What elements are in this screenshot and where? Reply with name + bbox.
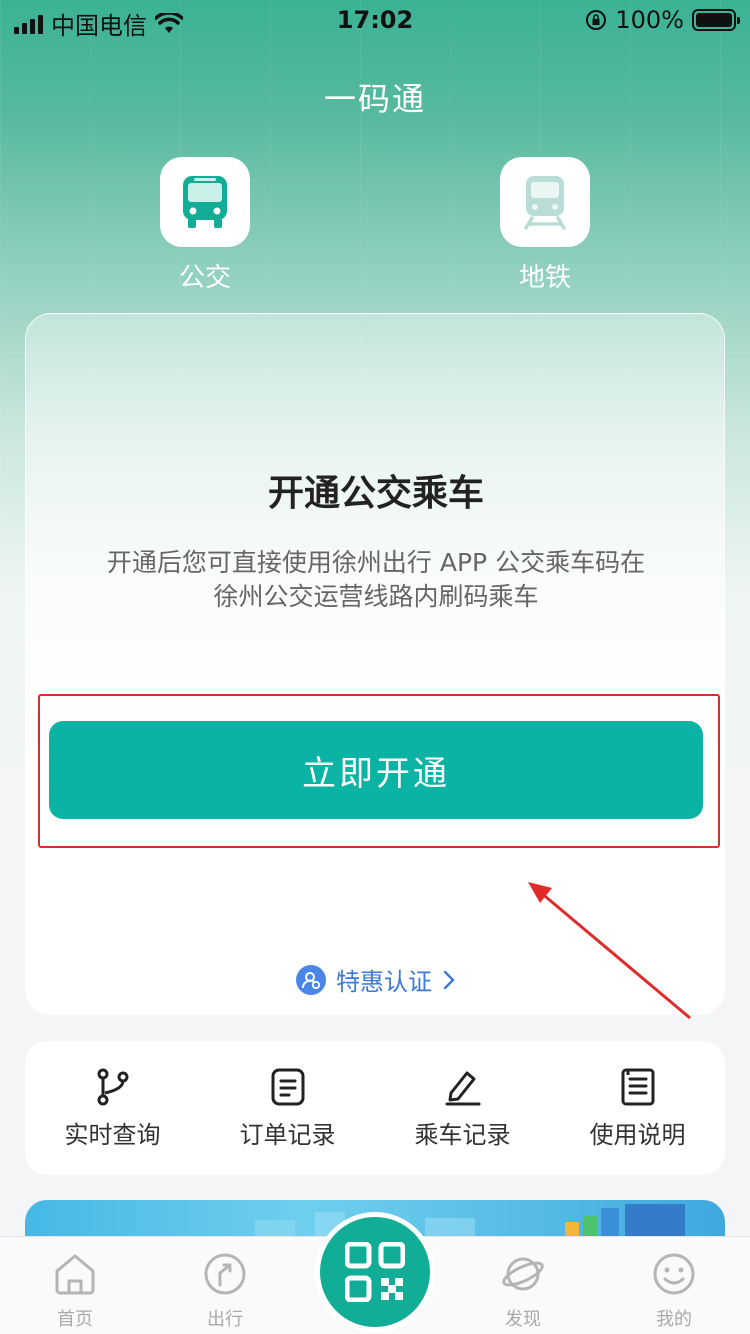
- activate-button[interactable]: 立即开通: [49, 721, 703, 819]
- metro-icon: [524, 176, 566, 230]
- bus-icon: [183, 176, 227, 228]
- tab-bus[interactable]: 公交: [160, 157, 250, 294]
- tab-travel[interactable]: 出行: [175, 1251, 275, 1331]
- manual-icon: [621, 1068, 654, 1105]
- tab-discover[interactable]: 发现: [473, 1251, 573, 1331]
- qr-code-icon: [345, 1242, 405, 1302]
- quick-item-label: 使用说明: [589, 1120, 686, 1149]
- quick-actions: 实时查询 订单记录 乘车记录 使用说明: [25, 1041, 725, 1175]
- tab-home-label: 首页: [57, 1309, 93, 1330]
- ride-record-icon: [445, 1071, 480, 1105]
- smile-icon: [653, 1253, 695, 1295]
- status-bar: 中国电信 17:02 100%: [0, 0, 750, 40]
- status-right: 100%: [585, 6, 740, 34]
- quick-item-rides[interactable]: 乘车记录: [388, 1067, 538, 1150]
- tab-mine-label: 我的: [656, 1309, 692, 1330]
- quick-item-label: 实时查询: [64, 1120, 161, 1149]
- battery-icon: [692, 9, 740, 31]
- qr-code-button[interactable]: [315, 1212, 435, 1332]
- card-description: 开通后您可直接使用徐州出行 APP 公交乘车码在徐州公交运营线路内刷码乘车: [106, 548, 646, 611]
- tab-metro[interactable]: 地铁: [500, 157, 590, 294]
- tab-bus-label: 公交: [178, 263, 231, 293]
- quick-item-label: 乘车记录: [414, 1120, 511, 1149]
- battery-percent: 100%: [615, 6, 684, 34]
- quick-item-manual[interactable]: 使用说明: [563, 1067, 713, 1150]
- tab-travel-label: 出行: [207, 1309, 243, 1330]
- rotation-lock-icon: [586, 10, 607, 30]
- page-title: 一码通: [323, 80, 426, 118]
- tab-metro-label: 地铁: [518, 263, 571, 293]
- home-icon: [55, 1254, 95, 1295]
- quick-item-realtime[interactable]: 实时查询: [38, 1067, 188, 1150]
- quick-item-orders[interactable]: 订单记录: [213, 1067, 363, 1150]
- activation-card: 开通公交乘车 开通后您可直接使用徐州出行 APP 公交乘车码在徐州公交运营线路内…: [25, 313, 725, 1015]
- tab-discover-label: 发现: [505, 1309, 541, 1330]
- discount-auth-link[interactable]: 特惠认证: [26, 962, 726, 997]
- order-icon: [271, 1068, 304, 1105]
- chevron-right-icon: [443, 970, 455, 989]
- planet-icon: [502, 1257, 544, 1291]
- tab-mine[interactable]: 我的: [624, 1251, 724, 1331]
- card-title: 开通公交乘车: [267, 473, 484, 514]
- tab-home[interactable]: 首页: [25, 1251, 125, 1331]
- user-badge-icon: [296, 964, 326, 995]
- quick-item-label: 订单记录: [239, 1120, 336, 1149]
- travel-icon: [204, 1253, 246, 1295]
- route-icon: [97, 1068, 128, 1105]
- discount-auth-label: 特惠认证: [336, 968, 432, 996]
